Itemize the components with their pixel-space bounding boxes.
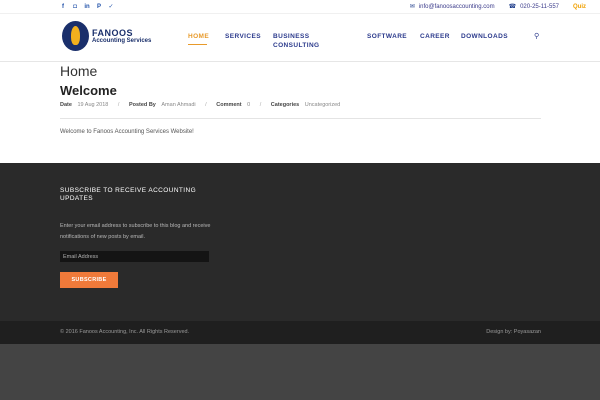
top-bar: f ◘ in P ✓ ✉ info@fanoosaccounting.com ☎… bbox=[0, 0, 600, 14]
site-header: FANOOS Accounting Services HOME SERVICES… bbox=[0, 14, 600, 62]
instagram-icon[interactable]: ◘ bbox=[72, 3, 78, 11]
site-logo[interactable]: FANOOS Accounting Services bbox=[62, 21, 151, 51]
meta-date-label: Date bbox=[60, 102, 72, 108]
email-contact[interactable]: ✉ info@fanoosaccounting.com bbox=[410, 3, 495, 11]
meta-posted-label: Posted By bbox=[128, 102, 156, 108]
page-bottom-area bbox=[0, 344, 600, 400]
footer-bottom-bar: © 2016 Fanoos Accounting, Inc. All Right… bbox=[0, 321, 600, 344]
meta-author[interactable]: Aman Ahmadi bbox=[161, 102, 195, 108]
meta-separator: / bbox=[117, 102, 120, 108]
nav-active-indicator bbox=[188, 44, 207, 45]
twitter-icon[interactable]: ✓ bbox=[108, 3, 114, 11]
logo-badge bbox=[62, 21, 89, 51]
email-address-input[interactable] bbox=[60, 251, 209, 262]
meta-date: 19 Aug 2018 bbox=[77, 102, 109, 108]
phone-contact[interactable]: ☎ 020-25-11-557 bbox=[509, 3, 559, 11]
copyright-text: © 2016 Fanoos Accounting, Inc. All Right… bbox=[60, 329, 190, 335]
nav-item-business-consulting[interactable]: BUSINESS CONSULTING bbox=[273, 32, 320, 50]
subscribe-description: Enter your email address to subscribe to… bbox=[60, 223, 211, 240]
quiz-link[interactable]: Quiz bbox=[573, 3, 586, 11]
logo-subtitle: Accounting Services bbox=[92, 37, 152, 44]
meta-separator: / bbox=[205, 102, 207, 108]
envelope-icon: ✉ bbox=[409, 4, 415, 10]
nav-item-downloads[interactable]: DOWNLOADS bbox=[461, 32, 508, 41]
search-icon[interactable]: ⚲ bbox=[534, 32, 539, 40]
facebook-icon[interactable]: f bbox=[60, 3, 66, 11]
post-content: Welcome to Fanoos Accounting Services We… bbox=[60, 129, 194, 135]
top-contact: ✉ info@fanoosaccounting.com ☎ 020-25-11-… bbox=[396, 3, 586, 11]
linkedin-icon[interactable]: in bbox=[84, 3, 90, 11]
logo-title: FANOOS bbox=[92, 27, 134, 38]
nav-item-career[interactable]: CAREER bbox=[420, 32, 450, 41]
post-meta: Date 19 Aug 2018 / Posted By Aman Ahmadi… bbox=[60, 102, 340, 109]
logo-text: FANOOS Accounting Services bbox=[92, 28, 151, 45]
email-text: info@fanoosaccounting.com bbox=[418, 4, 495, 10]
meta-comment-count[interactable]: 0 bbox=[247, 102, 250, 108]
design-credit[interactable]: Design by: Poyasazan bbox=[486, 329, 541, 336]
site-footer: SUBSCRIBE TO RECEIVE ACCOUNTING UPDATES … bbox=[0, 163, 600, 321]
meta-comment-label: Comment bbox=[216, 102, 242, 108]
meta-category[interactable]: Uncategorized bbox=[305, 102, 340, 108]
page-title: Home bbox=[60, 63, 98, 79]
post-title[interactable]: Welcome bbox=[60, 83, 117, 99]
social-links: f ◘ in P ✓ bbox=[60, 3, 114, 11]
phone-icon: ☎ bbox=[508, 4, 517, 10]
meta-categories-label: Categories bbox=[270, 102, 300, 108]
flame-icon bbox=[71, 26, 80, 45]
nav-item-home[interactable]: HOME bbox=[188, 32, 209, 41]
nav-item-services[interactable]: SERVICES bbox=[225, 32, 261, 41]
phone-text: 020-25-11-557 bbox=[520, 4, 559, 10]
nav-item-software[interactable]: SOFTWARE bbox=[367, 32, 407, 41]
meta-separator: / bbox=[259, 102, 262, 108]
subscribe-title: SUBSCRIBE TO RECEIVE ACCOUNTING UPDATES bbox=[60, 187, 197, 202]
pinterest-icon[interactable]: P bbox=[96, 3, 102, 11]
subscribe-button[interactable]: SUBSCRIBE bbox=[60, 272, 118, 288]
content-divider bbox=[60, 118, 541, 119]
